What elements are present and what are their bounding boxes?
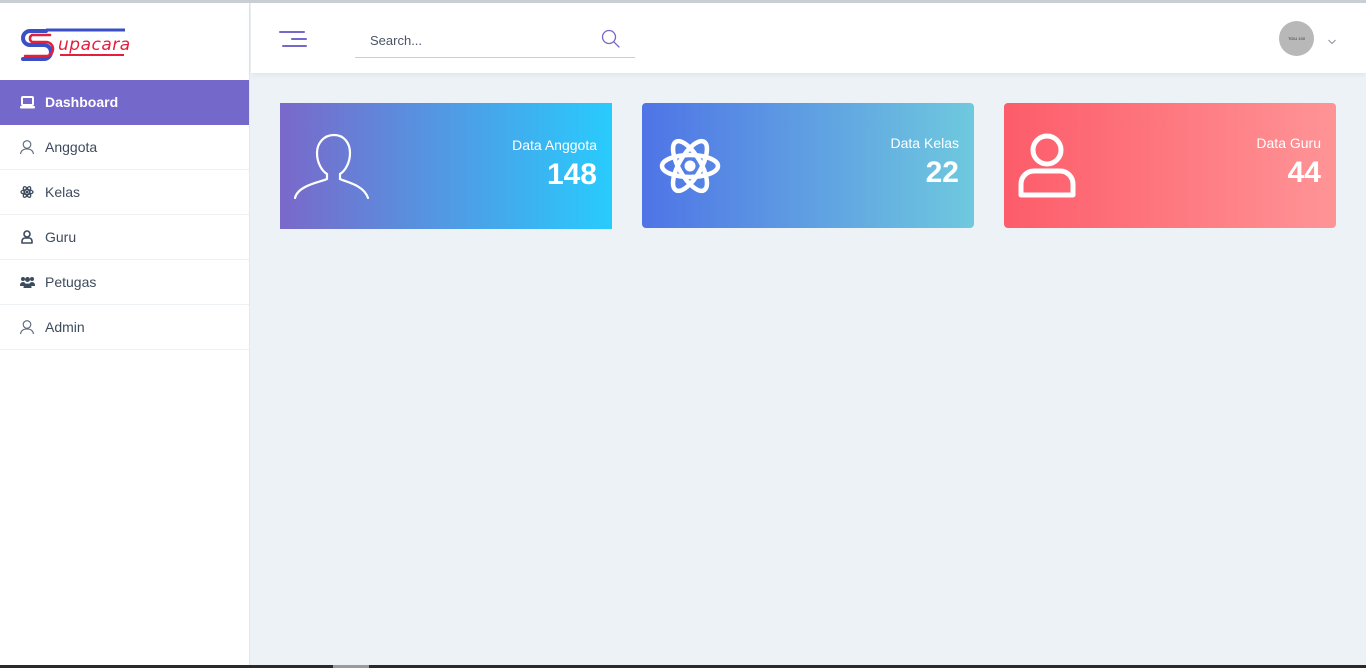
sidebar-item-petugas[interactable]: Petugas [0, 260, 249, 305]
avatar-text: TIDU 100 [1287, 36, 1306, 41]
stat-card-guru[interactable]: Data Guru 44 [1004, 103, 1336, 228]
atom-icon [658, 133, 722, 204]
sidebar-item-admin[interactable]: Admin [0, 305, 249, 350]
logo-text: upacara [58, 35, 131, 55]
card-label: Data Kelas [890, 135, 959, 151]
sidebar-item-label: Kelas [45, 184, 81, 200]
search-bar [355, 23, 635, 58]
avatar[interactable]: TIDU 100 [1279, 21, 1314, 56]
chevron-down-icon[interactable] [1327, 33, 1337, 45]
hamburger-icon[interactable] [279, 27, 309, 51]
search-input[interactable] [355, 23, 595, 57]
card-value: 148 [546, 158, 597, 191]
person-icon [19, 229, 35, 245]
sidebar-item-kelas[interactable]: Kelas [0, 170, 249, 215]
top-header: TIDU 100 [251, 3, 1366, 73]
user-outline-icon [19, 139, 35, 155]
laptop-icon [19, 94, 35, 110]
sidebar-nav: Dashboard Anggota Kelas Guru Petugas Adm… [0, 80, 249, 350]
app-logo[interactable]: upacara [20, 27, 130, 63]
card-label: Data Anggota [512, 137, 597, 153]
atom-icon [19, 184, 35, 200]
search-icon[interactable] [600, 28, 622, 50]
sidebar-item-anggota[interactable]: Anggota [0, 125, 249, 170]
sidebar-item-label: Guru [45, 229, 77, 245]
card-value: 44 [1287, 156, 1321, 189]
card-value: 22 [925, 156, 959, 189]
sidebar-item-label: Petugas [45, 274, 97, 290]
sidebar: upacara Dashboard Anggota Kelas Guru Pet… [0, 3, 250, 665]
stat-card-anggota[interactable]: Data Anggota 148 [280, 103, 612, 229]
sidebar-item-label: Dashboard [45, 94, 119, 110]
sidebar-item-label: Anggota [45, 139, 98, 155]
sidebar-item-dashboard[interactable]: Dashboard [0, 80, 249, 125]
sidebar-item-label: Admin [45, 319, 85, 335]
users-group-icon [19, 274, 35, 290]
user-outline-icon [293, 133, 370, 204]
user-outline-icon [19, 319, 35, 335]
stat-card-kelas[interactable]: Data Kelas 22 [642, 103, 974, 228]
window-top-border [0, 0, 1366, 3]
sidebar-item-guru[interactable]: Guru [0, 215, 249, 260]
person-icon [1018, 133, 1076, 204]
card-label: Data Guru [1256, 135, 1321, 151]
